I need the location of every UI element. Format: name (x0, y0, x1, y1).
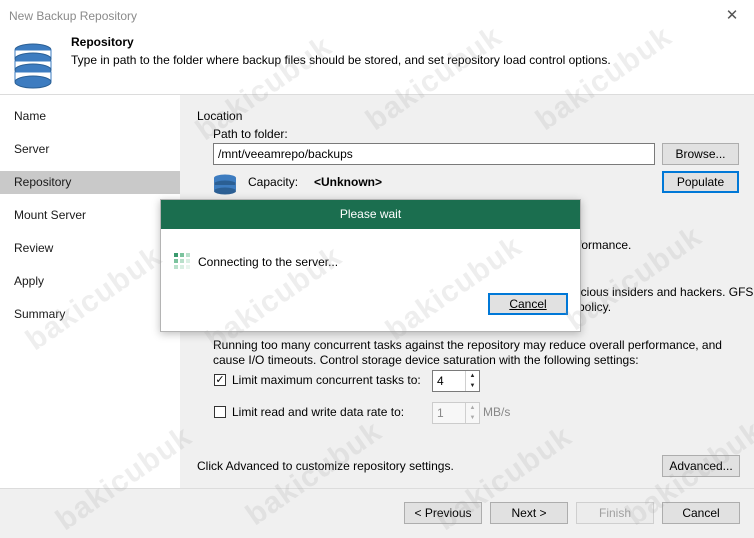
sidebar-item-server[interactable]: Server (0, 138, 180, 161)
limit-tasks-checkbox[interactable]: ✓ (214, 374, 226, 386)
page-description: Type in path to the folder where backup … (71, 53, 611, 67)
capacity-database-icon (214, 174, 236, 195)
window-title: New Backup Repository (9, 9, 138, 23)
dialog-title: Please wait (161, 200, 580, 229)
sidebar-item-repository[interactable]: Repository (0, 171, 180, 194)
capacity-value: <Unknown> (314, 175, 383, 189)
please-wait-dialog: Please wait Connecting to the server... … (160, 199, 581, 332)
limit-tasks-stepper[interactable]: ▲ ▼ (465, 371, 479, 391)
capacity-label: Capacity: (248, 175, 299, 189)
database-icon (14, 43, 52, 89)
rate-unit-label: MB/s (483, 405, 511, 419)
sidebar-item-name[interactable]: Name (0, 105, 180, 128)
next-button[interactable]: Next > (490, 502, 568, 524)
path-input[interactable]: /mnt/veeamrepo/backups (213, 143, 655, 165)
dialog-cancel-button[interactable]: Cancel (488, 293, 568, 315)
page-title: Repository (71, 35, 134, 49)
limit-rate-label: Limit read and write data rate to: (232, 405, 405, 419)
limit-rate-stepper[interactable]: ▲ ▼ (465, 403, 479, 423)
loading-spinner-icon (174, 253, 190, 269)
limit-rate-checkbox[interactable] (214, 406, 226, 418)
load-control-description: Running too many concurrent tasks agains… (213, 338, 722, 367)
limit-tasks-label: Limit maximum concurrent tasks to: (232, 373, 421, 387)
title-bar: New Backup Repository ✕ (0, 0, 754, 32)
partial-text-performance: formance. (578, 238, 632, 252)
sidebar-item-mount-server[interactable]: Mount Server (0, 204, 180, 227)
browse-button[interactable]: Browse... (662, 143, 739, 165)
populate-button[interactable]: Populate (662, 171, 739, 193)
close-icon[interactable]: ✕ (718, 4, 746, 28)
